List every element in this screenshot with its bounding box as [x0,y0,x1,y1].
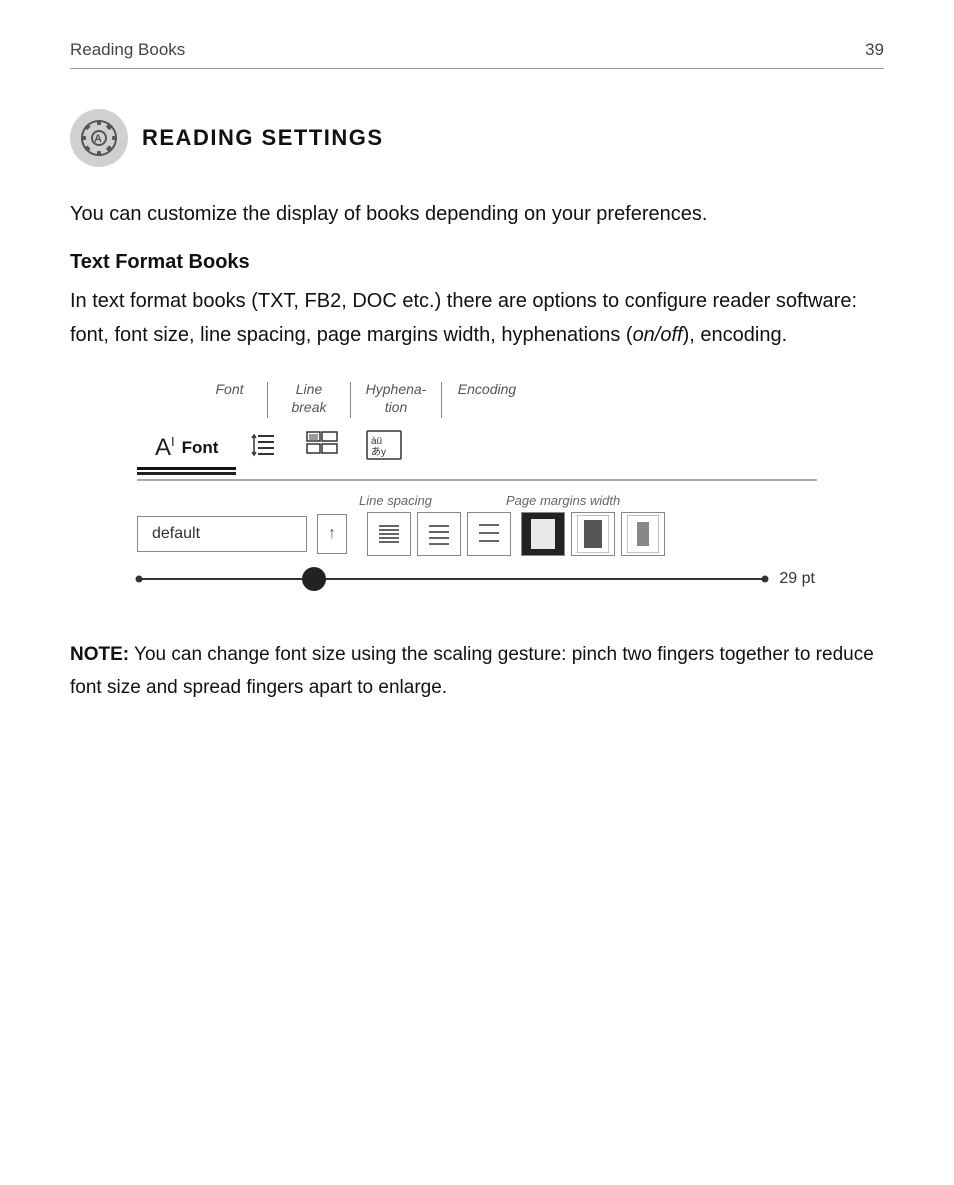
margin-wide[interactable] [621,512,665,556]
spacing-compact[interactable] [367,512,411,556]
line-spacing-icon [250,431,278,464]
subheading-text: Text Format Books [70,251,884,274]
page: Reading Books 39 A [0,0,954,1185]
section-icon: A [70,109,128,167]
page-header-title: Reading Books [70,40,185,60]
tab-diagram: Font Linebreak Hyphena-tion Encoding AI … [137,380,817,588]
note-text: NOTE: You can change font size using the… [70,638,884,705]
font-select[interactable]: default [137,516,307,552]
page-number: 39 [865,40,884,60]
svg-text:A: A [94,133,102,145]
main-paragraph: In text format books (TXT, FB2, DOC etc.… [70,284,884,352]
margin-medium[interactable] [571,512,615,556]
font-select-value: default [152,525,200,543]
font-tab-icon: AI [155,434,175,462]
font-size-slider-row: 29 pt [137,570,817,588]
font-size-slider[interactable] [139,578,765,580]
gear-a-icon: A [80,119,118,157]
font-tab-label: Font [182,438,219,458]
note-section: NOTE: You can change font size using the… [70,638,884,705]
toolbar-strip: AI Font [137,424,817,481]
slider-thumb[interactable] [302,567,326,591]
line-spacing-label: Line spacing [359,493,506,508]
page-margins-label: Page margins width [506,493,661,508]
tab-font[interactable]: AI Font [137,428,236,470]
tab-label-line: Linebreak [268,380,350,416]
tab-encoding[interactable]: àü あy [352,424,416,473]
svg-text:àü: àü [371,436,382,447]
encoding-icon: àü あy [366,430,402,465]
slider-min-dot [136,576,143,583]
section-heading-text: READING SETTINGS [142,125,384,151]
tab-line-spacing[interactable] [236,425,292,472]
note-body: You can change font size using the scali… [70,644,874,698]
up-arrow-icon: ↑ [328,525,336,543]
tab-label-encoding: Encoding [442,380,532,398]
margin-narrow[interactable] [521,512,565,556]
font-controls-row: default ↑ [137,512,817,556]
page-header: Reading Books 39 [70,40,884,69]
spacing-normal[interactable] [417,512,461,556]
page-layout-icon [306,431,338,464]
font-size-value: 29 pt [775,570,815,588]
tab-label-font: Font [192,380,267,398]
tab-page-layout[interactable] [292,425,352,472]
font-size-up-button[interactable]: ↑ [317,514,347,554]
page-margin-icons [521,512,665,556]
spacing-wide[interactable] [467,512,511,556]
intro-text: You can customize the display of books d… [70,197,884,231]
slider-max-dot [762,576,769,583]
tab-label-hyphenation: Hyphena-tion [351,380,441,416]
svg-text:あy: あy [371,446,386,458]
line-spacing-icons [367,512,511,556]
note-bold-label: NOTE: [70,644,129,665]
section-heading: A READING SETTINGS [70,109,884,167]
